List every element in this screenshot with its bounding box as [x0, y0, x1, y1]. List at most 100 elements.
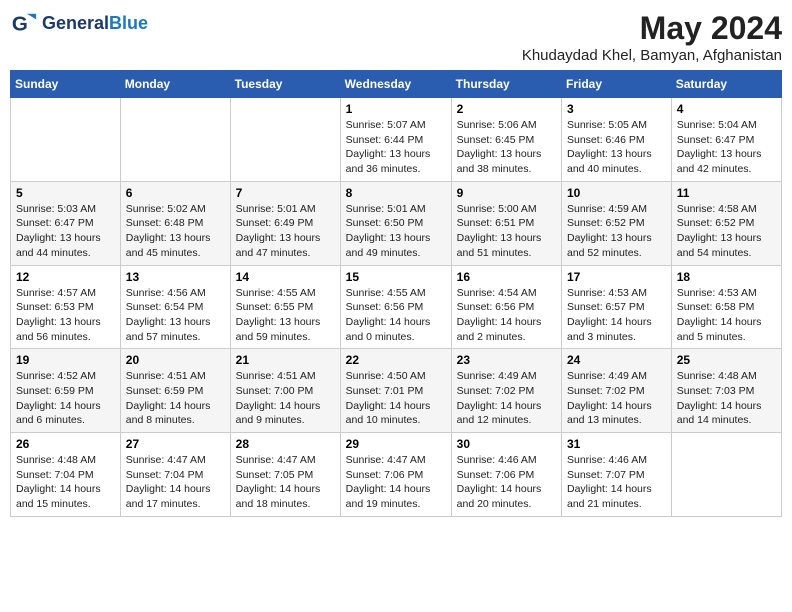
day-number: 7	[236, 186, 335, 200]
calendar-cell: 13 Sunrise: 4:56 AM Sunset: 6:54 PM Dayli…	[120, 265, 230, 349]
day-number: 2	[457, 102, 556, 116]
week-row-5: 26 Sunrise: 4:48 AM Sunset: 7:04 PM Dayli…	[11, 433, 782, 517]
day-number: 24	[567, 353, 666, 367]
weekday-header-row: SundayMondayTuesdayWednesdayThursdayFrid…	[11, 71, 782, 98]
day-info: Sunrise: 5:02 AM Sunset: 6:48 PM Dayligh…	[126, 202, 225, 261]
calendar-cell	[230, 98, 340, 182]
calendar-cell: 2Sunrise: 5:06 AM Sunset: 6:45 PM Daylig…	[451, 98, 561, 182]
calendar-cell: 24 Sunrise: 4:49 AM Sunset: 7:02 PM Dayli…	[562, 349, 672, 433]
weekday-monday: Monday	[120, 71, 230, 98]
calendar-table: SundayMondayTuesdayWednesdayThursdayFrid…	[10, 70, 782, 517]
day-number: 22	[346, 353, 446, 367]
day-info: Sunrise: 4:51 AM Sunset: 7:00 PM Dayligh…	[236, 369, 335, 428]
day-number: 26	[16, 437, 115, 451]
day-info: Sunrise: 4:52 AM Sunset: 6:59 PM Dayligh…	[16, 369, 115, 428]
day-info: Sunrise: 5:05 AM Sunset: 6:46 PM Dayligh…	[567, 118, 666, 177]
day-info: Sunrise: 4:48 AM Sunset: 7:03 PM Dayligh…	[677, 369, 776, 428]
day-info: Sunrise: 4:49 AM Sunset: 7:02 PM Dayligh…	[567, 369, 666, 428]
calendar-cell: 21 Sunrise: 4:51 AM Sunset: 7:00 PM Dayli…	[230, 349, 340, 433]
calendar-cell	[671, 433, 781, 517]
day-info: Sunrise: 5:01 AM Sunset: 6:50 PM Dayligh…	[346, 202, 446, 261]
weekday-saturday: Saturday	[671, 71, 781, 98]
day-number: 30	[457, 437, 556, 451]
day-number: 21	[236, 353, 335, 367]
day-number: 8	[346, 186, 446, 200]
weekday-tuesday: Tuesday	[230, 71, 340, 98]
day-number: 17	[567, 270, 666, 284]
day-info: Sunrise: 4:58 AM Sunset: 6:52 PM Dayligh…	[677, 202, 776, 261]
day-info: Sunrise: 4:48 AM Sunset: 7:04 PM Dayligh…	[16, 453, 115, 512]
calendar-cell: 8 Sunrise: 5:01 AM Sunset: 6:50 PM Daylig…	[340, 181, 451, 265]
logo-text: GeneralBlue	[42, 14, 148, 34]
day-number: 9	[457, 186, 556, 200]
day-info: Sunrise: 5:01 AM Sunset: 6:49 PM Dayligh…	[236, 202, 335, 261]
weekday-thursday: Thursday	[451, 71, 561, 98]
calendar-cell: 6 Sunrise: 5:02 AM Sunset: 6:48 PM Daylig…	[120, 181, 230, 265]
day-number: 28	[236, 437, 335, 451]
calendar-cell: 28 Sunrise: 4:47 AM Sunset: 7:05 PM Dayli…	[230, 433, 340, 517]
calendar-cell: 18Sunrise: 4:53 AM Sunset: 6:58 PM Dayli…	[671, 265, 781, 349]
weekday-friday: Friday	[562, 71, 672, 98]
calendar-cell: 22 Sunrise: 4:50 AM Sunset: 7:01 PM Dayli…	[340, 349, 451, 433]
logo-icon: G	[10, 10, 38, 38]
day-number: 14	[236, 270, 335, 284]
week-row-2: 5 Sunrise: 5:03 AM Sunset: 6:47 PM Daylig…	[11, 181, 782, 265]
week-row-4: 19 Sunrise: 4:52 AM Sunset: 6:59 PM Dayli…	[11, 349, 782, 433]
week-row-3: 12 Sunrise: 4:57 AM Sunset: 6:53 PM Dayli…	[11, 265, 782, 349]
day-number: 31	[567, 437, 666, 451]
day-info: Sunrise: 4:47 AM Sunset: 7:06 PM Dayligh…	[346, 453, 446, 512]
title-block: May 2024 Khudaydad Khel, Bamyan, Afghani…	[522, 10, 782, 64]
day-number: 18	[677, 270, 776, 284]
day-info: Sunrise: 5:03 AM Sunset: 6:47 PM Dayligh…	[16, 202, 115, 261]
calendar-cell: 29 Sunrise: 4:47 AM Sunset: 7:06 PM Dayli…	[340, 433, 451, 517]
calendar-cell: 14Sunrise: 4:55 AM Sunset: 6:55 PM Dayli…	[230, 265, 340, 349]
day-info: Sunrise: 5:00 AM Sunset: 6:51 PM Dayligh…	[457, 202, 556, 261]
page-header: G GeneralBlue May 2024 Khudaydad Khel, B…	[10, 10, 782, 64]
day-info: Sunrise: 4:53 AM Sunset: 6:57 PM Dayligh…	[567, 286, 666, 345]
day-info: Sunrise: 4:57 AM Sunset: 6:53 PM Dayligh…	[16, 286, 115, 345]
calendar-cell	[120, 98, 230, 182]
day-number: 20	[126, 353, 225, 367]
day-info: Sunrise: 5:04 AM Sunset: 6:47 PM Dayligh…	[677, 118, 776, 177]
calendar-cell: 16 Sunrise: 4:54 AM Sunset: 6:56 PM Dayli…	[451, 265, 561, 349]
calendar-cell: 31 Sunrise: 4:46 AM Sunset: 7:07 PM Dayli…	[562, 433, 672, 517]
calendar-cell: 4 Sunrise: 5:04 AM Sunset: 6:47 PM Daylig…	[671, 98, 781, 182]
svg-text:G: G	[12, 13, 28, 36]
day-number: 3	[567, 102, 666, 116]
day-number: 5	[16, 186, 115, 200]
day-info: Sunrise: 4:46 AM Sunset: 7:06 PM Dayligh…	[457, 453, 556, 512]
day-number: 25	[677, 353, 776, 367]
day-info: Sunrise: 4:47 AM Sunset: 7:04 PM Dayligh…	[126, 453, 225, 512]
day-info: Sunrise: 4:47 AM Sunset: 7:05 PM Dayligh…	[236, 453, 335, 512]
calendar-cell: 23 Sunrise: 4:49 AM Sunset: 7:02 PM Dayli…	[451, 349, 561, 433]
day-info: Sunrise: 4:51 AM Sunset: 6:59 PM Dayligh…	[126, 369, 225, 428]
calendar-cell: 1Sunrise: 5:07 AM Sunset: 6:44 PM Daylig…	[340, 98, 451, 182]
day-number: 12	[16, 270, 115, 284]
day-number: 19	[16, 353, 115, 367]
location: Khudaydad Khel, Bamyan, Afghanistan	[522, 47, 782, 64]
day-number: 23	[457, 353, 556, 367]
day-number: 16	[457, 270, 556, 284]
calendar-cell: 30 Sunrise: 4:46 AM Sunset: 7:06 PM Dayli…	[451, 433, 561, 517]
day-number: 13	[126, 270, 225, 284]
day-number: 6	[126, 186, 225, 200]
day-info: Sunrise: 4:54 AM Sunset: 6:56 PM Dayligh…	[457, 286, 556, 345]
weekday-wednesday: Wednesday	[340, 71, 451, 98]
week-row-1: 1Sunrise: 5:07 AM Sunset: 6:44 PM Daylig…	[11, 98, 782, 182]
day-info: Sunrise: 4:46 AM Sunset: 7:07 PM Dayligh…	[567, 453, 666, 512]
calendar-cell: 11Sunrise: 4:58 AM Sunset: 6:52 PM Dayli…	[671, 181, 781, 265]
day-info: Sunrise: 4:56 AM Sunset: 6:54 PM Dayligh…	[126, 286, 225, 345]
day-info: Sunrise: 4:50 AM Sunset: 7:01 PM Dayligh…	[346, 369, 446, 428]
day-info: Sunrise: 4:55 AM Sunset: 6:56 PM Dayligh…	[346, 286, 446, 345]
day-number: 1	[346, 102, 446, 116]
calendar-cell: 19 Sunrise: 4:52 AM Sunset: 6:59 PM Dayli…	[11, 349, 121, 433]
calendar-cell: 7 Sunrise: 5:01 AM Sunset: 6:49 PM Daylig…	[230, 181, 340, 265]
weekday-sunday: Sunday	[11, 71, 121, 98]
calendar-cell	[11, 98, 121, 182]
day-number: 4	[677, 102, 776, 116]
day-number: 27	[126, 437, 225, 451]
day-info: Sunrise: 4:49 AM Sunset: 7:02 PM Dayligh…	[457, 369, 556, 428]
day-number: 29	[346, 437, 446, 451]
calendar-cell: 15Sunrise: 4:55 AM Sunset: 6:56 PM Dayli…	[340, 265, 451, 349]
day-number: 10	[567, 186, 666, 200]
